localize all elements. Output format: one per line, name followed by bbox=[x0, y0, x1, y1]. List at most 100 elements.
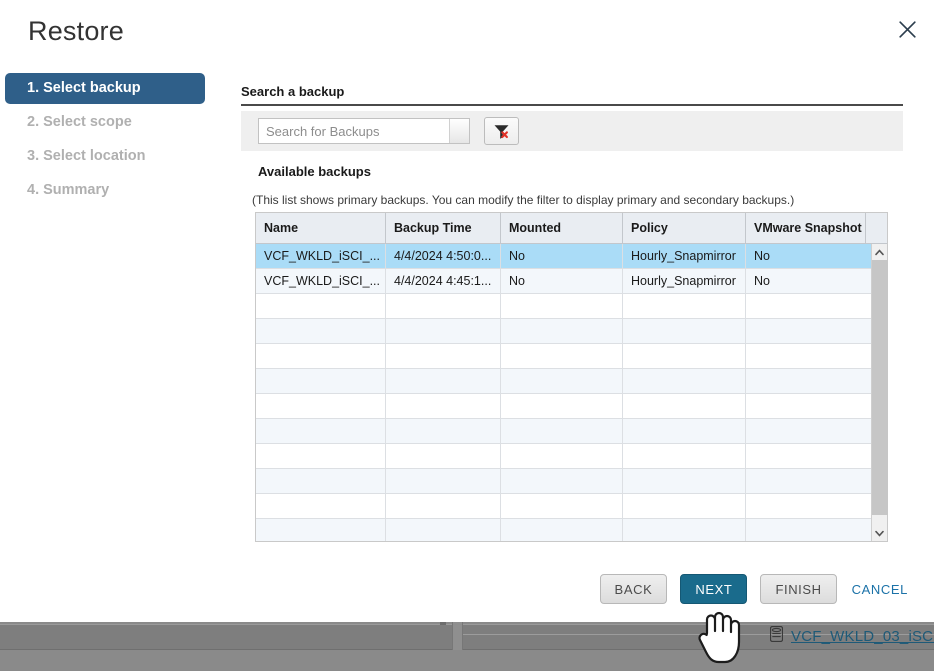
table-cell-empty bbox=[623, 444, 746, 468]
table-row-empty[interactable] bbox=[256, 419, 871, 444]
column-header-mounted[interactable]: Mounted bbox=[501, 213, 623, 243]
chevron-down-icon[interactable] bbox=[872, 525, 887, 541]
chevron-up-icon[interactable] bbox=[872, 244, 887, 260]
table-row-empty[interactable] bbox=[256, 369, 871, 394]
background-resource-entry: VCF_WKLD_03_iSCS bbox=[769, 625, 934, 647]
table-row[interactable]: VCF_WKLD_iSCI_... 4/4/2024 4:45:1... No Hou… bbox=[256, 269, 871, 294]
table-cell-empty bbox=[623, 419, 746, 443]
page-title: Restore bbox=[28, 16, 124, 46]
table-cell-empty bbox=[746, 369, 866, 393]
table-cell-empty bbox=[386, 444, 501, 468]
table-cell-empty bbox=[623, 294, 746, 318]
table-cell-empty bbox=[501, 319, 623, 343]
table-row-empty[interactable] bbox=[256, 494, 871, 519]
table-cell-empty bbox=[386, 319, 501, 343]
table-row-empty[interactable] bbox=[256, 394, 871, 419]
list-description-note: (This list shows primary backups. You ca… bbox=[252, 193, 795, 207]
table-cell-empty bbox=[746, 294, 866, 318]
table-cell-policy: Hourly_Snapmirror bbox=[623, 244, 746, 268]
chevron-down-icon[interactable] bbox=[449, 119, 469, 143]
table-cell-name: VCF_WKLD_iSCI_... bbox=[256, 269, 386, 293]
table-body-area: VCF_WKLD_iSCI_... 4/4/2024 4:50:0... No Hou… bbox=[256, 244, 888, 541]
sidebar-item-summary[interactable]: 4. Summary bbox=[5, 175, 205, 206]
backups-table: Name Backup Time Mounted Policy VMware S… bbox=[255, 212, 888, 542]
table-row-empty[interactable] bbox=[256, 319, 871, 344]
table-cell-empty bbox=[746, 394, 866, 418]
table-cell-mounted: No bbox=[501, 244, 623, 268]
table-cell-empty bbox=[256, 444, 386, 468]
table-cell-empty bbox=[386, 419, 501, 443]
search-input[interactable] bbox=[259, 119, 449, 143]
table-cell-empty bbox=[501, 444, 623, 468]
table-cell-empty bbox=[746, 494, 866, 518]
table-cell-empty bbox=[501, 394, 623, 418]
table-cell-backup-time: 4/4/2024 4:45:1... bbox=[386, 269, 501, 293]
table-cell-empty bbox=[256, 319, 386, 343]
back-button[interactable]: BACK bbox=[599, 574, 668, 604]
column-header-name[interactable]: Name bbox=[256, 213, 386, 243]
table-cell-empty bbox=[256, 419, 386, 443]
table-header-row: Name Backup Time Mounted Policy VMware S… bbox=[256, 213, 887, 244]
table-cell-empty bbox=[386, 294, 501, 318]
table-cell-empty bbox=[623, 394, 746, 418]
sidebar-item-select-scope[interactable]: 2. Select scope bbox=[5, 107, 205, 138]
filter-funnel-icon[interactable] bbox=[484, 117, 519, 145]
next-button[interactable]: NEXT bbox=[680, 574, 748, 604]
search-toolbar bbox=[241, 111, 903, 151]
column-header-policy[interactable]: Policy bbox=[623, 213, 746, 243]
scrollbar-thumb[interactable] bbox=[872, 260, 888, 515]
table-row[interactable]: VCF_WKLD_iSCI_... 4/4/2024 4:50:0... No Hou… bbox=[256, 244, 871, 269]
table-row-empty[interactable] bbox=[256, 344, 871, 369]
table-cell-empty bbox=[256, 344, 386, 368]
table-cell-empty bbox=[746, 344, 866, 368]
table-cell-policy: Hourly_Snapmirror bbox=[623, 269, 746, 293]
table-cell-backup-time: 4/4/2024 4:50:0... bbox=[386, 244, 501, 268]
sidebar-item-select-location[interactable]: 3. Select location bbox=[5, 141, 205, 172]
column-header-backup-time[interactable]: Backup Time bbox=[386, 213, 501, 243]
table-row-empty[interactable] bbox=[256, 519, 871, 541]
column-header-vmware-snapshot[interactable]: VMware Snapshot bbox=[746, 213, 866, 243]
table-cell-empty bbox=[623, 494, 746, 518]
section-heading-available-backups: Available backups bbox=[258, 164, 371, 179]
table-cell-empty bbox=[386, 369, 501, 393]
table-cell-empty bbox=[256, 294, 386, 318]
close-icon[interactable] bbox=[890, 12, 924, 46]
table-cell-empty bbox=[623, 344, 746, 368]
search-combobox[interactable] bbox=[258, 118, 470, 144]
table-row-empty[interactable] bbox=[256, 294, 871, 319]
column-header-spacer bbox=[866, 213, 887, 243]
table-cell-empty bbox=[386, 469, 501, 493]
background-resource-link[interactable]: VCF_WKLD_03_iSCS bbox=[791, 628, 934, 645]
table-cell-empty bbox=[501, 519, 623, 541]
table-cell-empty bbox=[501, 344, 623, 368]
table-cell-empty bbox=[501, 494, 623, 518]
table-cell-mounted: No bbox=[501, 269, 623, 293]
table-cell-vmware-snapshot: No bbox=[754, 274, 770, 288]
table-cell-empty bbox=[501, 419, 623, 443]
table-cell-empty bbox=[746, 444, 866, 468]
table-cell-empty bbox=[623, 319, 746, 343]
table-cell-empty bbox=[623, 519, 746, 541]
content-panel: Search a backup Available backups (This … bbox=[241, 84, 903, 542]
database-icon bbox=[769, 625, 784, 647]
table-cell-empty bbox=[623, 469, 746, 493]
finish-button[interactable]: FINISH bbox=[760, 574, 837, 604]
table-cell-empty bbox=[256, 519, 386, 541]
sidebar-item-select-backup[interactable]: 1. Select backup bbox=[5, 73, 205, 104]
table-cell-empty bbox=[386, 494, 501, 518]
table-cell-empty bbox=[501, 469, 623, 493]
background-column-divider bbox=[452, 620, 463, 650]
table-row-empty[interactable] bbox=[256, 444, 871, 469]
table-row-empty[interactable] bbox=[256, 469, 871, 494]
table-cell-empty bbox=[623, 369, 746, 393]
wizard-footer: BACK NEXT FINISH CANCEL bbox=[0, 556, 934, 622]
table-cell-empty bbox=[501, 294, 623, 318]
cancel-button[interactable]: CANCEL bbox=[850, 574, 910, 604]
vertical-scrollbar[interactable] bbox=[871, 244, 888, 541]
table-cell-empty bbox=[256, 369, 386, 393]
table-cell-empty bbox=[746, 319, 866, 343]
table-cell-vmware-snapshot: No bbox=[754, 249, 770, 263]
wizard-steps: 1. Select backup 2. Select scope 3. Sele… bbox=[5, 73, 205, 209]
scrollbar-track[interactable] bbox=[872, 260, 888, 525]
table-cell-empty bbox=[256, 394, 386, 418]
